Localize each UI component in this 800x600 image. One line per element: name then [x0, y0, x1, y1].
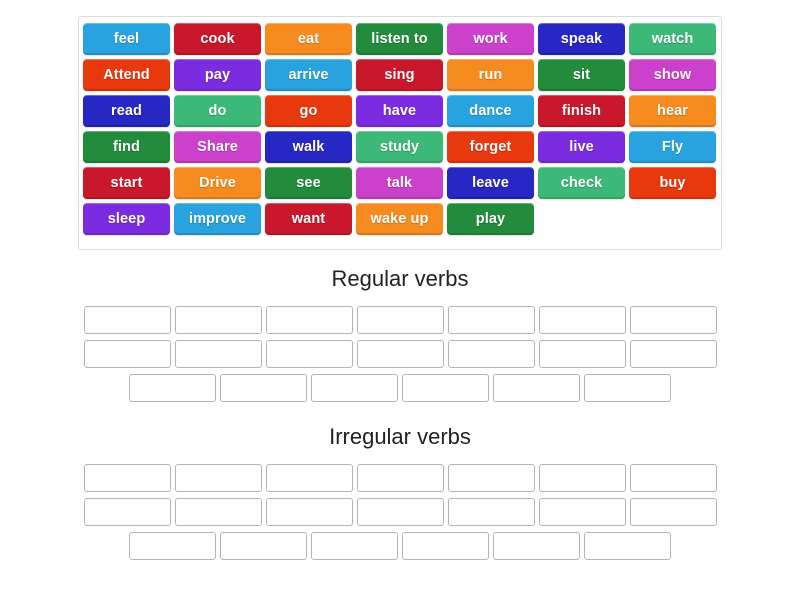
sorting-activity-page: feel cook eat listen to work speak watch Attend… [0, 0, 800, 600]
answer-slot-irregular[interactable] [174, 498, 262, 526]
word-tile[interactable]: want [265, 203, 352, 235]
word-tile[interactable]: see [265, 167, 352, 199]
answer-slot-regular[interactable] [447, 306, 535, 334]
answer-slot-irregular[interactable] [538, 464, 626, 492]
answer-slot-irregular[interactable] [220, 532, 307, 560]
word-tile[interactable]: Share [174, 131, 261, 163]
slot-row [129, 374, 671, 402]
word-tile[interactable]: forget [447, 131, 534, 163]
answer-slot-regular[interactable] [356, 340, 444, 368]
answer-slot-regular[interactable] [402, 374, 489, 402]
answer-slot-regular[interactable] [265, 340, 353, 368]
answer-slot-irregular[interactable] [538, 498, 626, 526]
slot-row [83, 464, 717, 492]
word-tile[interactable]: speak [538, 23, 625, 55]
drop-zone-regular-verbs: Regular verbs [78, 268, 722, 402]
answer-slot-irregular[interactable] [356, 464, 444, 492]
answer-slot-irregular[interactable] [83, 464, 171, 492]
drop-zone-irregular-verbs: Irregular verbs [78, 426, 722, 560]
regular-verbs-heading: Regular verbs [331, 266, 469, 291]
slot-row [83, 306, 717, 334]
word-tile[interactable]: check [538, 167, 625, 199]
answer-slot-regular[interactable] [83, 340, 171, 368]
answer-slot-regular[interactable] [447, 340, 535, 368]
word-tile[interactable]: talk [356, 167, 443, 199]
answer-slot-irregular[interactable] [129, 532, 216, 560]
answer-slot-regular[interactable] [220, 374, 307, 402]
slot-row [83, 498, 717, 526]
answer-slot-regular[interactable] [174, 306, 262, 334]
word-tile[interactable]: find [83, 131, 170, 163]
word-tile[interactable]: work [447, 23, 534, 55]
answer-slot-irregular[interactable] [447, 498, 535, 526]
answer-slot-regular[interactable] [265, 306, 353, 334]
word-tile[interactable]: arrive [265, 59, 352, 91]
answer-slot-regular[interactable] [174, 340, 262, 368]
answer-slot-irregular[interactable] [584, 532, 671, 560]
answer-slot-regular[interactable] [129, 374, 216, 402]
answer-slot-irregular[interactable] [265, 464, 353, 492]
word-tile[interactable]: leave [447, 167, 534, 199]
word-tile[interactable]: Drive [174, 167, 261, 199]
answer-slot-regular[interactable] [356, 306, 444, 334]
word-tile[interactable]: watch [629, 23, 716, 55]
slot-row [83, 340, 717, 368]
word-tile[interactable]: sing [356, 59, 443, 91]
answer-slot-irregular[interactable] [311, 532, 398, 560]
answer-slot-regular[interactable] [311, 374, 398, 402]
answer-slot-irregular[interactable] [447, 464, 535, 492]
slot-row [129, 532, 671, 560]
word-tile[interactable]: have [356, 95, 443, 127]
word-tile[interactable]: finish [538, 95, 625, 127]
answer-slot-regular[interactable] [584, 374, 671, 402]
answer-slot-irregular[interactable] [493, 532, 580, 560]
answer-slot-regular[interactable] [83, 306, 171, 334]
word-tile[interactable]: listen to [356, 23, 443, 55]
answer-slot-regular[interactable] [538, 340, 626, 368]
answer-slot-irregular[interactable] [174, 464, 262, 492]
word-tile[interactable]: start [83, 167, 170, 199]
word-tile[interactable]: hear [629, 95, 716, 127]
word-tile[interactable]: run [447, 59, 534, 91]
answer-slot-regular[interactable] [629, 306, 717, 334]
word-tile[interactable]: cook [174, 23, 261, 55]
word-tile[interactable]: pay [174, 59, 261, 91]
word-tile[interactable]: walk [265, 131, 352, 163]
word-tile[interactable]: feel [83, 23, 170, 55]
answer-slot-irregular[interactable] [83, 498, 171, 526]
word-tile-grid: feel cook eat listen to work speak watch Attend… [83, 23, 721, 235]
irregular-verbs-heading: Irregular verbs [329, 424, 471, 449]
word-tile[interactable]: eat [265, 23, 352, 55]
word-tile[interactable]: study [356, 131, 443, 163]
answer-slot-irregular[interactable] [265, 498, 353, 526]
word-tile[interactable]: sit [538, 59, 625, 91]
word-tile[interactable]: Attend [83, 59, 170, 91]
answer-slot-irregular[interactable] [356, 498, 444, 526]
word-tile[interactable]: dance [447, 95, 534, 127]
answer-slot-regular[interactable] [629, 340, 717, 368]
word-bank-panel: feel cook eat listen to work speak watch Attend… [78, 16, 722, 250]
word-tile[interactable]: go [265, 95, 352, 127]
word-tile[interactable]: live [538, 131, 625, 163]
answer-slot-irregular[interactable] [629, 498, 717, 526]
word-tile[interactable]: show [629, 59, 716, 91]
word-tile[interactable]: play [447, 203, 534, 235]
word-tile[interactable]: wake up [356, 203, 443, 235]
answer-slot-regular[interactable] [493, 374, 580, 402]
answer-slot-regular[interactable] [538, 306, 626, 334]
word-tile[interactable]: do [174, 95, 261, 127]
word-tile[interactable]: improve [174, 203, 261, 235]
word-tile[interactable]: read [83, 95, 170, 127]
regular-verbs-slot-rows [78, 306, 722, 402]
word-tile[interactable]: Fly [629, 131, 716, 163]
irregular-verbs-slot-rows [78, 464, 722, 560]
word-tile[interactable]: sleep [83, 203, 170, 235]
answer-slot-irregular[interactable] [629, 464, 717, 492]
answer-slot-irregular[interactable] [402, 532, 489, 560]
word-tile[interactable]: buy [629, 167, 716, 199]
